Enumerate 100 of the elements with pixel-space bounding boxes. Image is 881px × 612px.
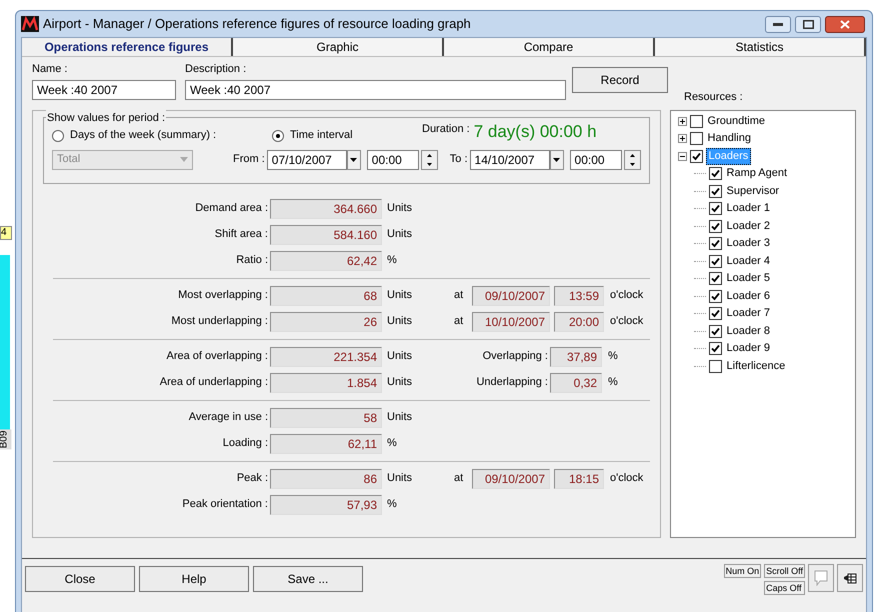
field-label: Average in use :	[188, 410, 269, 426]
radio-button[interactable]	[52, 130, 64, 142]
date-field[interactable]: 14/10/2007	[470, 150, 550, 170]
checkbox[interactable]	[708, 290, 722, 303]
value-field: 584.160	[270, 224, 382, 244]
tree-item[interactable]: Loader 6	[724, 288, 772, 304]
tree-item[interactable]: Loader 3	[724, 236, 772, 252]
unit-label: %	[608, 349, 618, 364]
checkbox[interactable]	[708, 272, 722, 286]
tab[interactable]: Statistics	[655, 38, 866, 56]
checkbox[interactable]	[708, 202, 722, 216]
field-label: Demand area :	[194, 201, 269, 216]
field-label: From :	[233, 152, 265, 168]
tree-item[interactable]: Loader 7	[724, 306, 772, 322]
close-button[interactable]	[825, 16, 865, 32]
value-field: 58	[270, 408, 382, 428]
tree-item[interactable]: Loader 4	[724, 254, 772, 269]
description-field[interactable]: Week :40 2007	[185, 80, 566, 100]
at-label: at	[454, 471, 464, 486]
spin-buttons[interactable]	[420, 150, 438, 170]
checkbox[interactable]	[708, 360, 722, 373]
date-field: 09/10/2007	[472, 286, 550, 306]
field-label: Area of underlapping :	[158, 375, 269, 390]
dropdown-button[interactable]	[346, 150, 361, 170]
value-field: 62,11	[270, 434, 382, 454]
expand-icon[interactable]	[678, 116, 687, 126]
tree-line	[694, 208, 706, 210]
tab[interactable]: Compare	[444, 38, 655, 56]
checkbox[interactable]	[708, 254, 722, 268]
unit-label: Units	[386, 349, 414, 364]
collapse-icon[interactable]	[678, 152, 687, 161]
time-field[interactable]: 00:00	[570, 150, 622, 170]
date-field[interactable]: 07/10/2007	[266, 150, 347, 170]
caret-icon	[350, 158, 358, 162]
radio-label: Time interval	[290, 128, 353, 144]
duration-value: 7 day(s) 00:00 h	[474, 120, 597, 142]
checkbox[interactable]	[708, 307, 722, 320]
caret-icon	[180, 157, 188, 162]
tree-line	[694, 313, 706, 314]
unit-label: Units	[386, 227, 414, 242]
dialog-button[interactable]: Save ...	[253, 566, 363, 592]
tab[interactable]: Graphic	[233, 38, 444, 56]
caret-icon	[553, 158, 560, 162]
suffix-label: o'clock	[610, 314, 644, 330]
tree-item[interactable]: Loader 1	[724, 201, 772, 216]
date-field: 10/10/2007	[472, 312, 550, 332]
checkbox[interactable]	[708, 324, 722, 338]
field-label: Peak :	[236, 471, 269, 486]
tree-item[interactable]: Loader 8	[724, 324, 772, 339]
dialog-button[interactable]: Close	[25, 566, 135, 592]
tree-line	[694, 226, 706, 227]
value-field: 62,42	[270, 250, 382, 270]
record-button[interactable]: Record	[572, 67, 668, 93]
tree-item[interactable]: Ramp Agent	[724, 166, 790, 182]
minimize-button[interactable]	[765, 16, 791, 32]
name-field[interactable]: Week :40 2007	[32, 80, 176, 100]
checkbox[interactable]	[708, 342, 722, 356]
time-field[interactable]: 00:00	[366, 150, 419, 170]
window-title: Airport - Manager / Operations reference figures of resource loading graph	[43, 15, 472, 34]
tool-button[interactable]	[837, 564, 863, 592]
spin-buttons[interactable]	[624, 150, 641, 170]
field-label: Shift area :	[214, 227, 269, 242]
tree-item[interactable]: Supervisor	[724, 184, 782, 199]
checkbox[interactable]	[690, 132, 703, 146]
group-title: Show values for period :	[46, 110, 166, 126]
value-field: 86	[270, 468, 382, 488]
checkbox[interactable]	[708, 220, 722, 233]
tree-item[interactable]: Loader 5	[724, 271, 772, 286]
value-field: 26	[270, 312, 382, 332]
field-label: Description :	[185, 62, 248, 77]
time-field: 20:00	[554, 312, 604, 332]
tree-line	[694, 296, 706, 297]
dialog-button[interactable]: Help	[139, 566, 249, 592]
tree-item[interactable]: Handling	[706, 131, 753, 146]
unit-label: Units	[386, 314, 414, 330]
suffix-label: o'clock	[610, 471, 644, 486]
field-label: Most underlapping :	[170, 314, 269, 330]
checkbox[interactable]	[708, 184, 722, 198]
tree-line	[694, 260, 706, 262]
resources-label: Resources :	[684, 90, 743, 105]
radio-label: Days of the week (summary) :	[70, 128, 216, 144]
checkbox[interactable]	[690, 150, 703, 163]
checkbox[interactable]	[708, 237, 722, 250]
tree-item[interactable]: Loader 9	[724, 341, 772, 356]
checkbox[interactable]	[708, 167, 722, 180]
speech-bubble-icon	[814, 570, 828, 586]
tree-line	[694, 190, 706, 192]
radio-button[interactable]	[272, 130, 284, 142]
dropdown-button[interactable]	[550, 150, 564, 170]
num-lock-indicator: Num On	[724, 564, 762, 578]
tree-line	[694, 330, 706, 332]
tree-line	[694, 278, 706, 280]
tree-item[interactable]: Lifterlicence	[724, 358, 788, 374]
tree-item[interactable]: Groundtime	[706, 114, 767, 129]
unit-label: Units	[386, 471, 414, 486]
checkbox[interactable]	[690, 114, 703, 128]
expand-icon[interactable]	[678, 134, 687, 144]
maximize-button[interactable]	[795, 16, 821, 32]
tree-item[interactable]: Loader 2	[724, 218, 772, 234]
tab[interactable]: Operations reference figures	[22, 38, 233, 56]
